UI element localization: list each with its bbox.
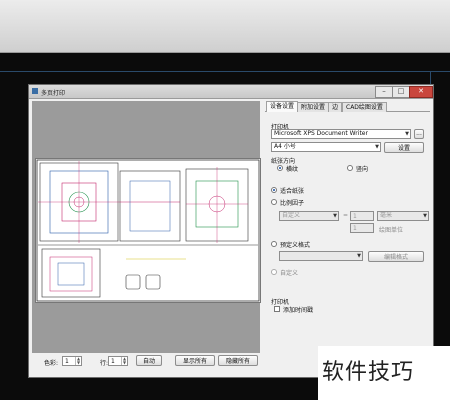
scale-unit-select[interactable]: 毫米 ▼ — [377, 211, 429, 221]
drawing-unit-label: 绘图单位 — [379, 227, 404, 234]
edit-format-button[interactable]: 编辑格式 — [368, 251, 424, 262]
spinner-arrows-icon[interactable]: ▲ ▼ — [75, 357, 81, 365]
row-value: 1 — [111, 358, 115, 365]
orientation-portrait-label: 竖向 — [356, 166, 369, 173]
color-spinner[interactable]: 1 ▲ ▼ — [62, 356, 82, 366]
scale-value1: 1 — [353, 213, 357, 220]
cad-grid-line — [0, 71, 450, 72]
scale-custom-select[interactable]: 自定义 ▼ — [279, 211, 339, 221]
printer-select-value: Microsoft XPS Document Writer — [274, 130, 368, 137]
orientation-portrait-radio[interactable] — [347, 165, 353, 171]
scale-value1-input[interactable]: 1 — [350, 211, 374, 221]
scale-custom-value: 自定义 — [282, 212, 301, 219]
scale-factor-label: 比例因子 — [280, 200, 305, 207]
color-value: 1 — [65, 358, 69, 365]
fit-to-paper-radio[interactable] — [271, 187, 277, 193]
cad-drawing-preview — [36, 159, 260, 302]
maximize-button[interactable]: □ — [392, 86, 410, 98]
paper-size-select[interactable]: A4 小号 ▼ — [271, 142, 381, 152]
orientation-landscape-label: 横纹 — [286, 166, 299, 173]
dialog-titlebar[interactable]: 多页打印 – □ ✕ — [29, 85, 433, 99]
tab-cad-drawing-settings[interactable]: CAD绘图设置 — [342, 102, 387, 112]
orientation-landscape-radio[interactable] — [277, 165, 283, 171]
preview-controls: 色彩: 1 ▲ ▼ 行: 1 ▲ ▼ 自动 显示所有 隐藏所有 — [32, 355, 260, 375]
settings-tabs: 设备设置 附加设置 边 CAD绘图设置 — [265, 101, 430, 112]
preset-format-radio[interactable] — [271, 241, 277, 247]
tab-edge[interactable]: 边 — [328, 102, 343, 112]
watermark: 软件技巧 — [318, 346, 450, 400]
custom-radio[interactable] — [271, 269, 277, 275]
dialog-title: 多页打印 — [41, 90, 66, 97]
row-spinner[interactable]: 1 ▲ ▼ — [108, 356, 128, 366]
preset-format-label: 预定义格式 — [280, 242, 311, 249]
settings-panel: 设备设置 附加设置 边 CAD绘图设置 打印机 Microsoft XPS Do… — [265, 101, 430, 375]
auto-button[interactable]: 自动 — [136, 355, 162, 366]
preview-page — [35, 158, 261, 303]
minimize-button[interactable]: – — [375, 86, 393, 98]
print-preview-area[interactable] — [32, 101, 261, 353]
multi-page-print-dialog: 多页打印 – □ ✕ 色彩: 1 ▲ ▼ 行: 1 ▲ ▼ 自动 显示所有 隐藏… — [28, 84, 434, 378]
tab-device-settings[interactable]: 设备设置 — [266, 101, 299, 112]
preset-format-select[interactable]: ▼ — [279, 251, 363, 261]
custom-label: 自定义 — [280, 270, 299, 277]
printer-more-button[interactable]: ... — [414, 129, 424, 139]
color-label: 色彩: — [44, 360, 59, 367]
row-label: 行: — [100, 360, 109, 367]
printer-select[interactable]: Microsoft XPS Document Writer ▼ — [271, 129, 411, 139]
hide-all-button[interactable]: 隐藏所有 — [218, 355, 258, 366]
chevron-down-icon: ▼ — [405, 131, 409, 137]
printer-settings-button[interactable]: 设置 — [384, 142, 424, 153]
scale-factor-radio[interactable] — [271, 199, 277, 205]
application-top-bar — [0, 0, 450, 53]
add-timestamp-checkbox[interactable] — [274, 306, 280, 312]
watermark-text: 软件技巧 — [322, 360, 415, 385]
spinner-arrows-icon[interactable]: ▲ ▼ — [121, 357, 127, 365]
paper-size-value: A4 小号 — [274, 143, 296, 150]
chevron-down-icon: ▼ — [333, 213, 337, 219]
scale-value2: 1 — [353, 225, 357, 232]
chevron-down-icon: ▼ — [357, 253, 361, 259]
tab-additional-settings[interactable]: 附加设置 — [297, 102, 330, 112]
app-icon — [32, 88, 38, 94]
add-timestamp-label: 添加时间戳 — [283, 307, 314, 314]
close-button[interactable]: ✕ — [409, 86, 433, 98]
chevron-down-icon: ▼ — [375, 144, 379, 150]
scale-unit-value: 毫米 — [380, 212, 393, 219]
scale-value2-input[interactable]: 1 — [350, 223, 374, 233]
chevron-down-icon: ▼ — [423, 213, 427, 219]
equals-symbol: = — [343, 212, 349, 219]
show-all-button[interactable]: 显示所有 — [175, 355, 215, 366]
fit-to-paper-label: 适合纸张 — [280, 188, 305, 195]
